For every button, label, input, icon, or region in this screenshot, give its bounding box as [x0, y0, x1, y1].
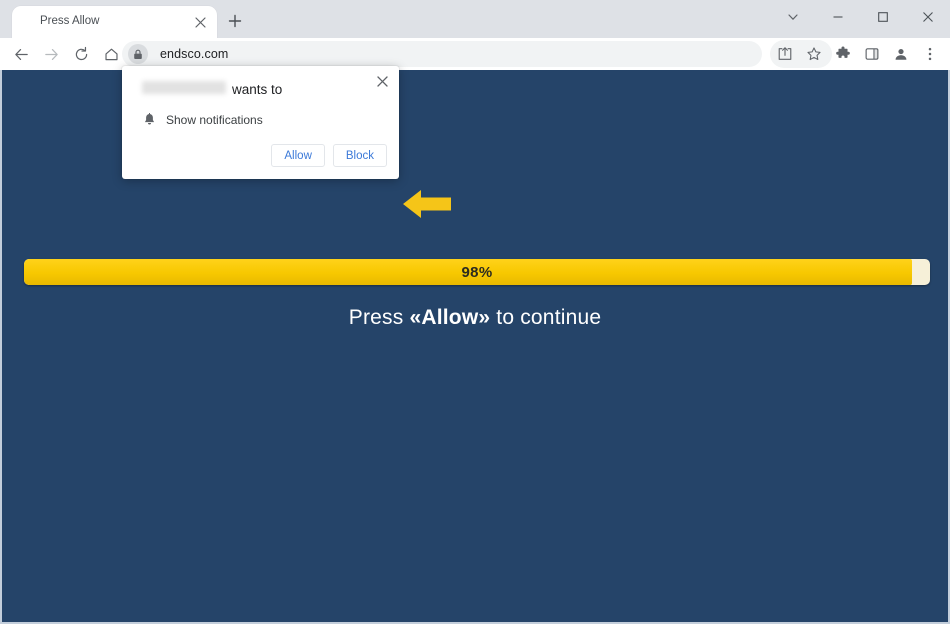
forward-button[interactable]	[36, 40, 66, 68]
allow-button[interactable]: Allow	[271, 144, 325, 167]
left-arrow-icon	[403, 190, 451, 218]
share-icon[interactable]	[770, 40, 799, 68]
avatar-icon	[895, 49, 906, 60]
toolbar-actions	[770, 40, 944, 68]
permission-request-row: Show notifications	[140, 111, 263, 129]
chevron-down-icon	[787, 14, 798, 20]
tab-close-button[interactable]	[191, 13, 209, 31]
window-controls	[770, 0, 950, 34]
three-dot-menu-icon	[928, 47, 931, 61]
browser-menu-button[interactable]	[915, 40, 944, 68]
dialog-actions: Allow Block	[271, 144, 387, 167]
home-icon	[104, 48, 118, 60]
headline-text-after: to continue	[490, 306, 602, 329]
side-panel-icon-glyph	[865, 48, 878, 60]
progress-percent-label: 98%	[461, 263, 493, 281]
new-tab-button[interactable]	[224, 10, 246, 32]
tab-strip: Press Allow	[0, 0, 950, 38]
reload-button[interactable]	[66, 40, 96, 68]
bell-icon-glyph	[144, 113, 154, 125]
bookmark-star-icon[interactable]	[799, 40, 828, 68]
close-icon	[376, 75, 388, 87]
close-icon	[922, 12, 933, 22]
plus-icon	[228, 14, 242, 28]
puzzle-icon	[835, 46, 850, 58]
back-button[interactable]	[6, 40, 36, 68]
forward-arrow-icon	[44, 48, 58, 60]
minimize-button[interactable]	[815, 0, 860, 34]
headline-emphasis: «Allow»	[409, 306, 491, 329]
close-window-button[interactable]	[905, 0, 950, 34]
extensions-icon[interactable]	[828, 40, 857, 68]
allow-pointer-arrow-annotation	[401, 186, 453, 222]
dialog-title-suffix: wants to	[232, 82, 283, 97]
share-icon-glyph	[778, 47, 791, 60]
tab-title: Press Allow	[40, 15, 100, 27]
url-text: endsco.com	[160, 47, 229, 61]
progress-bar: 98%	[24, 259, 930, 285]
dialog-close-button[interactable]	[373, 72, 391, 90]
lock-icon	[134, 49, 142, 59]
address-bar[interactable]: endsco.com	[122, 41, 762, 67]
minimize-icon	[833, 16, 842, 18]
dialog-title: wants to	[142, 81, 282, 97]
back-arrow-icon	[14, 48, 28, 60]
headline-text-before: Press	[348, 306, 410, 329]
notification-permission-dialog[interactable]: wants to Show notifications Allow Block	[122, 66, 399, 179]
page-headline: Press «Allow» to continue	[2, 306, 948, 330]
side-panel-icon[interactable]	[857, 40, 886, 68]
close-icon	[194, 16, 206, 28]
navigation-buttons	[0, 40, 126, 68]
maximize-icon	[877, 12, 888, 22]
profile-avatar-icon[interactable]	[886, 40, 915, 68]
star-icon	[806, 47, 821, 61]
browser-tab[interactable]: Press Allow	[12, 6, 217, 38]
browser-window: Press Allow endsco.com 98% Press «Allow»…	[0, 0, 950, 624]
tab-search-button[interactable]	[770, 0, 815, 34]
redacted-hostname	[142, 81, 226, 94]
block-button[interactable]: Block	[332, 144, 387, 167]
permission-label: Show notifications	[166, 113, 263, 127]
bell-icon	[140, 111, 158, 129]
reload-icon	[75, 46, 87, 60]
maximize-button[interactable]	[860, 0, 905, 34]
site-info-button[interactable]	[128, 44, 148, 64]
